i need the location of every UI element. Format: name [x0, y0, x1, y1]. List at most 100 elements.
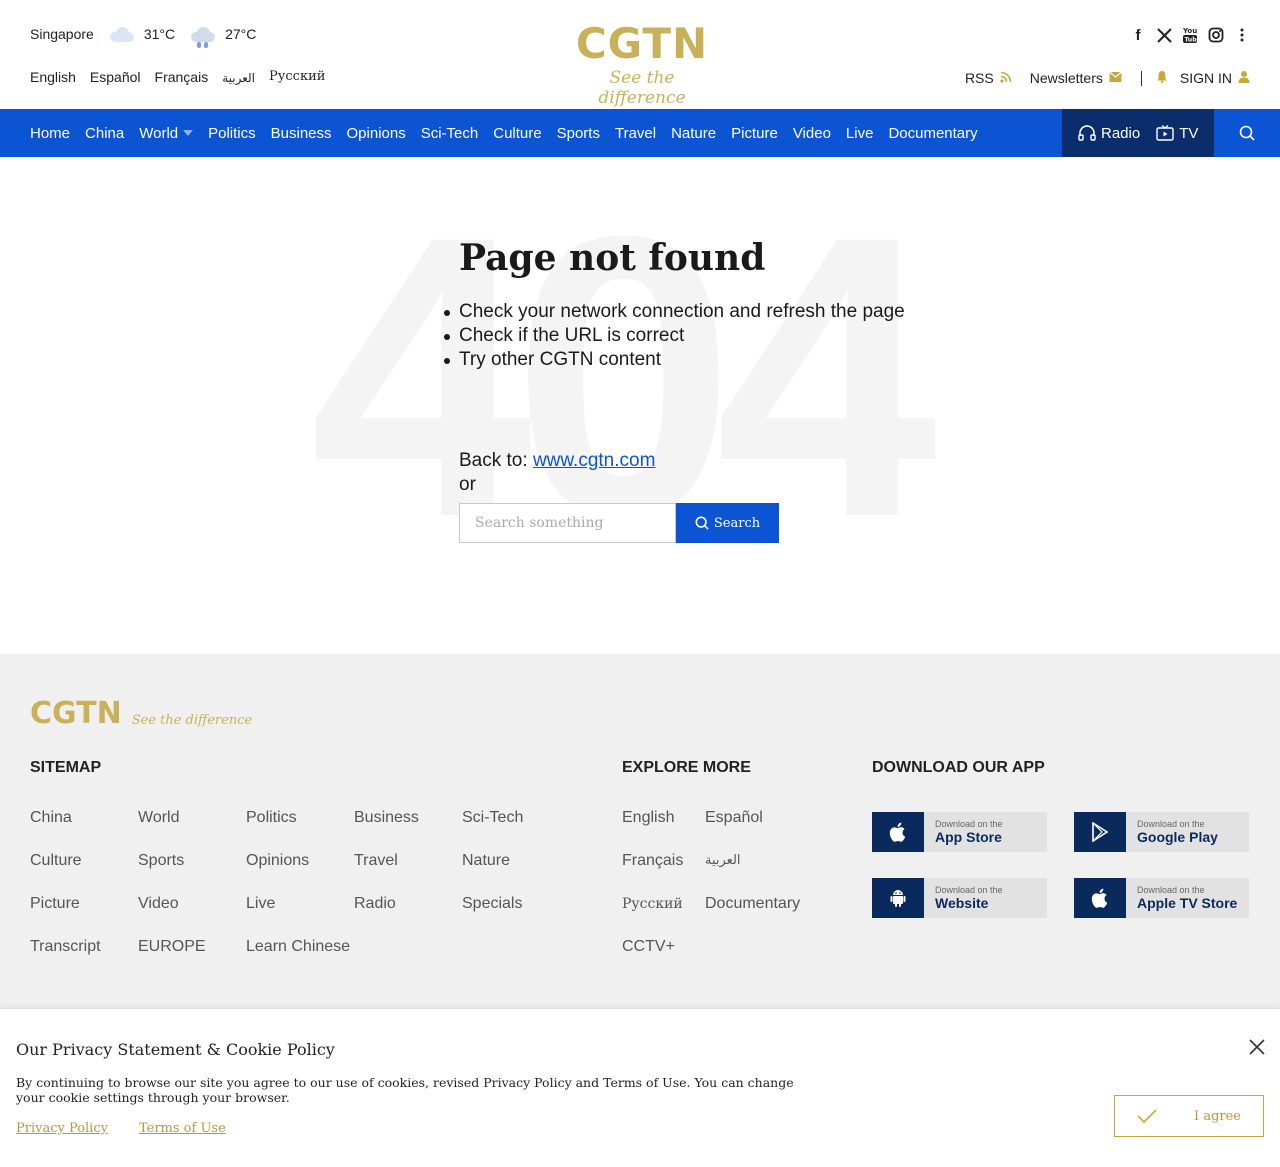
sign-in-link[interactable]: SIGN IN [1180, 70, 1232, 86]
sitemap-link[interactable]: Travel [354, 852, 462, 870]
explore-link[interactable]: العربية [705, 852, 805, 870]
website-label: Website [935, 894, 989, 911]
nav-item-picture[interactable]: Picture [731, 125, 778, 142]
mail-icon[interactable] [1108, 71, 1123, 86]
nav-item-culture[interactable]: Culture [493, 125, 541, 142]
explore-link[interactable]: CCTV+ [622, 938, 705, 956]
nav-item-label: Travel [614, 124, 657, 142]
nav-search-button[interactable] [1214, 109, 1280, 157]
close-icon[interactable] [1248, 1038, 1266, 1056]
explore-link[interactable]: Español [705, 809, 805, 827]
nav-item-label: Nature [671, 124, 717, 142]
nav-item-label: China [85, 124, 125, 142]
instagram-icon[interactable] [1208, 26, 1224, 44]
nav-item-china[interactable]: China [85, 125, 124, 142]
sitemap-link[interactable]: Sci-Tech [462, 809, 570, 827]
account-divider [1140, 70, 1142, 86]
sitemap-link[interactable]: China [30, 809, 138, 827]
nav-item-label: Opinions [346, 124, 406, 142]
nav-item-label: Live [845, 124, 874, 142]
apple-tv-small: Download on the [1137, 884, 1205, 895]
tip-item: Check if the URL is correct [444, 324, 905, 348]
lang-arabic[interactable]: العربية [222, 71, 255, 85]
nav-item-home[interactable]: Home [30, 125, 70, 142]
footer-logo[interactable]: CGTN See the difference [30, 698, 252, 730]
nav-item-label: Home [30, 124, 71, 142]
sitemap-link[interactable]: Transcript [30, 938, 138, 956]
logo-brand: CGTN [575, 19, 709, 68]
google-play-icon [1074, 812, 1126, 852]
tv-button[interactable]: TV [1156, 125, 1198, 142]
lang-russian[interactable]: Русский [269, 69, 325, 85]
back-to-label: Back to: [459, 450, 528, 471]
nav-item-video[interactable]: Video [793, 125, 831, 142]
youtube-icon[interactable]: You Tube [1182, 26, 1198, 44]
nav-item-business[interactable]: Business [271, 125, 332, 142]
radio-button[interactable]: Radio [1078, 125, 1140, 142]
tv-label: TV [1179, 124, 1199, 142]
nav-item-politics[interactable]: Politics [208, 125, 256, 142]
sitemap-link[interactable]: Culture [30, 852, 138, 870]
sitemap-link[interactable]: Learn Chinese [246, 938, 354, 956]
app-store-button[interactable]: Download on the App Store [872, 812, 1047, 852]
sitemap-link[interactable]: World [138, 809, 246, 827]
x-twitter-icon[interactable] [1156, 26, 1172, 44]
sitemap-link[interactable]: Business [354, 809, 462, 827]
radio-label: Radio [1101, 124, 1141, 142]
cgtn-logo[interactable]: CGTN See the difference [572, 19, 712, 109]
sitemap-link[interactable]: Opinions [246, 852, 354, 870]
rss-link[interactable]: RSS [965, 70, 994, 86]
tip-item: Check your network connection and refres… [444, 301, 905, 322]
website-download-button[interactable]: Download on the Website [872, 878, 1047, 918]
lang-english[interactable]: English [30, 69, 76, 85]
more-menu-icon[interactable] [1234, 26, 1250, 44]
lang-espanol[interactable]: Español [90, 69, 141, 85]
facebook-icon[interactable]: f [1130, 26, 1146, 44]
agree-label: I agree [1194, 1108, 1241, 1124]
sitemap-link[interactable]: Picture [30, 895, 138, 913]
sitemap-link[interactable]: Politics [246, 809, 354, 827]
newsletters-link[interactable]: Newsletters [1030, 70, 1103, 86]
nav-item-travel[interactable]: Travel [615, 125, 656, 142]
footer-logo-brand: CGTN [30, 696, 122, 731]
explore-links: English Español Français العربية Русский Docu… [622, 809, 805, 956]
nav-item-label: Business [270, 124, 332, 142]
sitemap-link[interactable]: Radio [354, 895, 462, 913]
notification-bell-icon[interactable] [1156, 70, 1168, 86]
explore-link[interactable]: English [622, 809, 705, 827]
nav-item-opinions[interactable]: Opinions [347, 125, 406, 142]
search-input[interactable] [459, 503, 676, 543]
user-icon[interactable] [1238, 70, 1250, 86]
agree-button[interactable]: I agree [1114, 1095, 1264, 1137]
apple-tv-store-button[interactable]: Download on the Apple TV Store [1074, 878, 1249, 918]
sitemap-link[interactable]: Specials [462, 895, 570, 913]
check-icon [1137, 1109, 1157, 1123]
back-to-block: Back to: www.cgtn.com or [459, 449, 655, 497]
sitemap-link[interactable]: Live [246, 895, 354, 913]
nav-item-documentary[interactable]: Documentary [888, 125, 977, 142]
explore-link[interactable]: Русский [622, 895, 705, 913]
nav-item-sports[interactable]: Sports [557, 125, 600, 142]
explore-link[interactable]: Français [622, 852, 705, 870]
rss-icon[interactable] [1000, 71, 1012, 86]
explore-link[interactable]: Documentary [705, 895, 805, 913]
sitemap-link[interactable]: Nature [462, 852, 570, 870]
sitemap-link[interactable]: Sports [138, 852, 246, 870]
sitemap-link[interactable]: EUROPE [138, 938, 246, 956]
footer-logo-slogan: See the difference [131, 713, 253, 728]
google-play-button[interactable]: Download on the Google Play [1074, 812, 1249, 852]
rain-icon [189, 26, 216, 48]
android-icon [872, 878, 924, 918]
search-button[interactable]: Search [676, 503, 779, 543]
sitemap-link[interactable]: Video [138, 895, 246, 913]
terms-of-use-link[interactable]: Terms of Use [139, 1121, 226, 1136]
home-link[interactable]: www.cgtn.com [533, 450, 655, 471]
nav-item-label: Documentary [888, 124, 978, 142]
privacy-policy-link[interactable]: Privacy Policy [16, 1121, 108, 1136]
lang-francais[interactable]: Français [155, 69, 209, 85]
nav-item-nature[interactable]: Nature [671, 125, 716, 142]
nav-item-world[interactable]: World [139, 125, 194, 142]
search-form: Search [459, 503, 779, 543]
nav-item-sci-tech[interactable]: Sci-Tech [421, 125, 479, 142]
nav-item-live[interactable]: Live [846, 125, 874, 142]
